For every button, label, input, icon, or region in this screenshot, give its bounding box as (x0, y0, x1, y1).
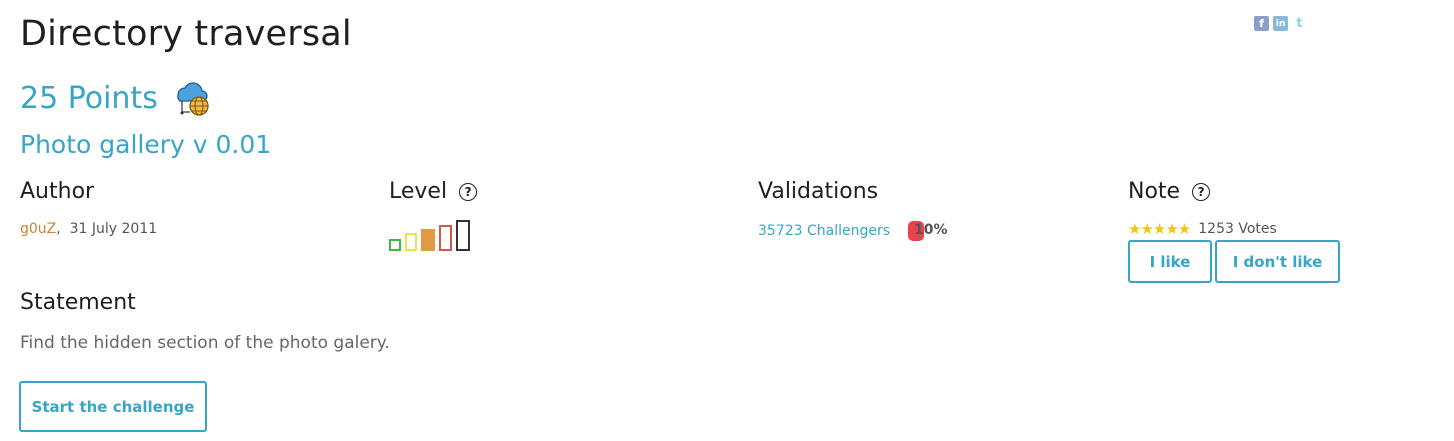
level-indicator (389, 219, 470, 251)
author-date: , 31 July 2011 (56, 221, 158, 237)
level-bar-2 (405, 233, 417, 251)
validations-heading-label: Validations (758, 179, 879, 204)
help-icon[interactable]: ? (1192, 182, 1211, 201)
note-heading-label: Note (1128, 179, 1181, 204)
author-heading: Author (20, 179, 94, 204)
statement-heading: Statement (20, 290, 136, 315)
challenge-subtitle: Photo gallery v 0.01 (20, 130, 272, 159)
start-challenge-button[interactable]: Start the challenge (19, 381, 207, 432)
social-share: f in t (1254, 16, 1307, 31)
validation-percent: 10% (908, 221, 948, 241)
level-heading-label: Level (389, 179, 448, 204)
author-line: g0uZ, 31 July 2011 (20, 221, 157, 237)
votes-count: 1253 Votes (1198, 221, 1277, 237)
author-link[interactable]: g0uZ (20, 221, 56, 237)
level-bar-5 (456, 220, 470, 251)
points-row: 25 Points (20, 79, 212, 117)
points-value: 25 Points (20, 80, 158, 116)
help-icon[interactable]: ? (459, 182, 478, 201)
validations-heading: Validations (758, 179, 878, 204)
validations-line: 35723 Challengers 10% (758, 221, 948, 241)
level-heading: Level ? (389, 179, 478, 204)
challengers-link[interactable]: 35723 Challengers (758, 223, 890, 239)
like-button[interactable]: I like (1128, 240, 1212, 283)
percent-text: 10% (914, 222, 948, 238)
author-heading-label: Author (20, 179, 95, 204)
level-bar-1 (389, 239, 401, 251)
cloud-globe-icon (177, 82, 209, 116)
level-bar-3 (421, 229, 435, 251)
dislike-button[interactable]: I don't like (1215, 240, 1340, 283)
facebook-icon[interactable]: f (1254, 16, 1269, 31)
rating-line: ★★★★★ 1253 Votes (1128, 220, 1277, 238)
note-heading: Note ? (1128, 179, 1211, 204)
statement-text: Find the hidden section of the photo gal… (20, 333, 390, 353)
star-rating-icons: ★★★★★ (1128, 220, 1191, 238)
linkedin-icon[interactable]: in (1273, 16, 1288, 31)
page-title: Directory traversal (20, 14, 352, 54)
twitter-icon[interactable]: t (1292, 16, 1307, 31)
level-bar-4 (439, 225, 452, 251)
